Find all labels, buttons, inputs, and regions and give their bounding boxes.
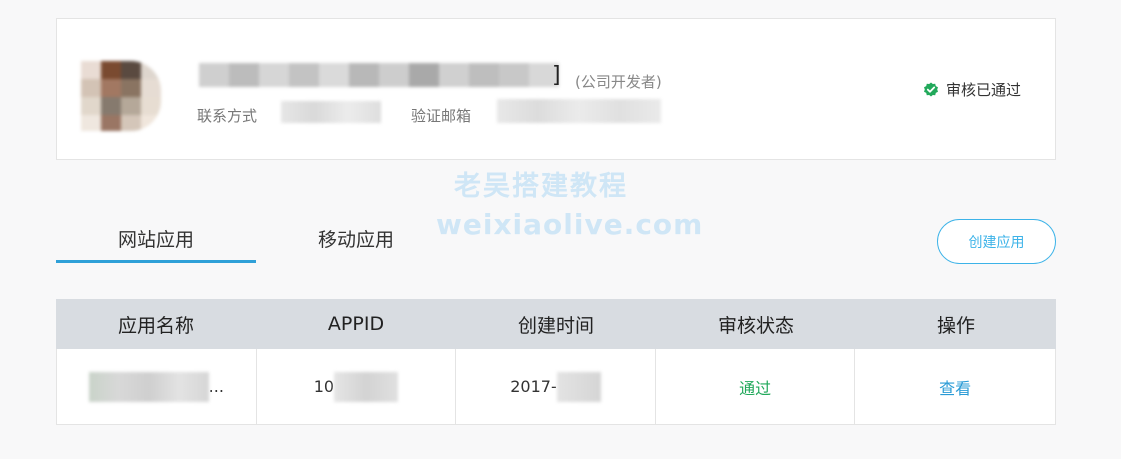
cell-created-time: 2017- [456, 349, 656, 424]
active-tab-indicator [56, 260, 256, 263]
cell-app-name: ... [57, 349, 257, 424]
view-link[interactable]: 查看 [939, 375, 971, 399]
contact-label: 联系方式 [197, 107, 258, 125]
col-header-created-time: 创建时间 [517, 314, 594, 337]
date-prefix: 2017- [510, 377, 557, 396]
developer-type-label: (公司开发者) [575, 73, 662, 91]
tab-mobile-apps[interactable]: 移动应用 [256, 225, 456, 252]
check-badge-icon [923, 82, 938, 96]
app-name-redacted [88, 371, 209, 402]
tab-web-apps[interactable]: 网站应用 [56, 225, 256, 252]
appid-prefix: 10 [313, 377, 335, 396]
appid-redacted [334, 371, 399, 402]
col-header-app-name: 应用名称 [117, 314, 194, 337]
date-redacted [556, 371, 601, 402]
email-label: 验证邮箱 [411, 107, 472, 125]
table-header: 应用名称 APPID 创建时间 审核状态 操作 [56, 299, 1056, 349]
create-app-button[interactable]: 创建应用 [937, 219, 1056, 264]
review-status-passed: 通过 [739, 378, 772, 398]
apps-table: 应用名称 APPID 创建时间 审核状态 操作 ... 10 2017- 通过 … [56, 299, 1056, 425]
cell-appid: 10 [257, 349, 457, 424]
developer-profile-card: ] (公司开发者) 联系方式 验证邮箱 审核已通过 [56, 18, 1056, 160]
status-text: 审核已通过 [945, 81, 1021, 99]
app-name-ellipsis: ... [208, 377, 224, 396]
name-bracket: ] [552, 63, 561, 88]
email-value-redacted [497, 99, 661, 123]
col-header-review-status: 审核状态 [717, 314, 794, 337]
cell-review-status: 通过 [656, 349, 856, 424]
contact-value-redacted [281, 101, 381, 123]
verification-status: 审核已通过 [923, 79, 1021, 100]
avatar [81, 61, 161, 131]
col-header-appid: APPID [327, 313, 385, 335]
cell-actions: 查看 [855, 349, 1055, 424]
col-header-actions: 操作 [936, 314, 975, 337]
developer-name-redacted [199, 63, 559, 87]
table-row: ... 10 2017- 通过 查看 [56, 349, 1056, 425]
watermark-title: 老吴搭建教程 [454, 171, 628, 202]
watermark-url: weixiaolive.com [436, 208, 704, 241]
